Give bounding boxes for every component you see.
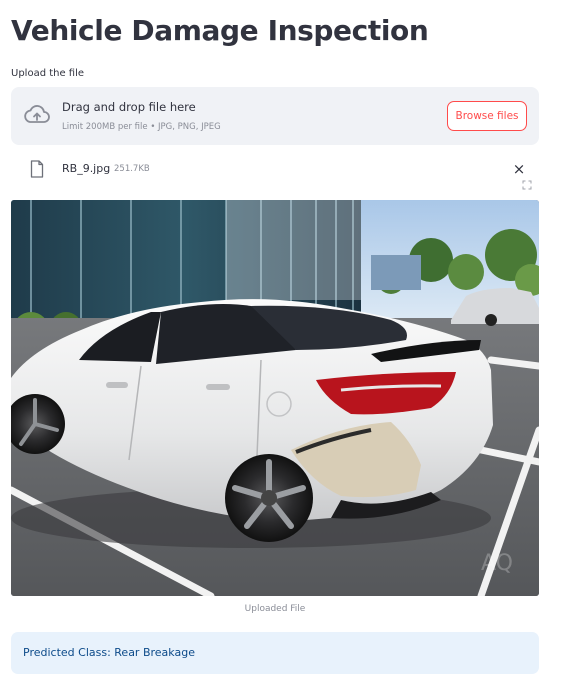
uploaded-image: AQ (11, 200, 539, 596)
upload-label: Upload the file (11, 68, 85, 79)
browse-files-button[interactable]: Browse files (447, 101, 527, 131)
dropzone-limit-text: Limit 200MB per file • JPG, PNG, JPEG (62, 122, 221, 132)
file-dropzone[interactable]: Drag and drop file here Limit 200MB per … (11, 87, 539, 145)
image-watermark: AQ (481, 551, 513, 576)
remove-file-button[interactable]: × (511, 159, 527, 179)
uploaded-file-item: RB_9.jpg 251.7KB × (11, 157, 539, 183)
file-name: RB_9.jpg (62, 162, 111, 175)
car-photo: AQ (11, 200, 539, 596)
file-size: 251.7KB (114, 164, 150, 174)
file-icon (30, 160, 44, 178)
dropzone-instructions: Drag and drop file here (62, 100, 196, 114)
prediction-alert: Predicted Class: Rear Breakage (11, 632, 539, 674)
page-title: Vehicle Damage Inspection (11, 14, 429, 47)
prediction-text: Predicted Class: Rear Breakage (23, 646, 195, 659)
image-caption: Uploaded File (244, 604, 306, 614)
fullscreen-icon[interactable] (522, 180, 532, 190)
cloud-upload-icon (24, 105, 50, 123)
